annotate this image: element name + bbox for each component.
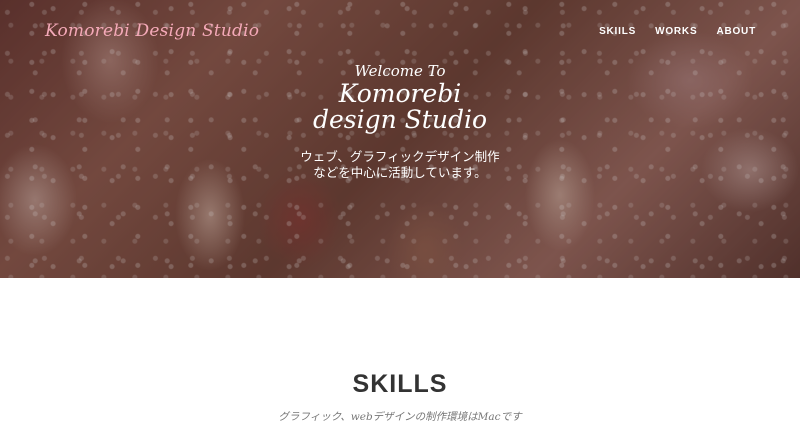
hero-title: Komorebi design Studio <box>0 81 800 133</box>
skills-description: グラフィック、webデザインの制作環境はMacです <box>278 411 522 423</box>
hero-subtitle: ウェブ、グラフィックデザイン制作 などを中心に活動しています。 <box>0 149 800 181</box>
hero-section: Komorebi Design Studio SKIILS WORKS ABOU… <box>0 0 800 278</box>
nav-link-skills[interactable]: SKIILS <box>599 26 636 37</box>
hero-subtitle-line-1: ウェブ、グラフィックデザイン制作 <box>300 149 500 164</box>
hero-copy: Welcome To Komorebi design Studio ウェブ、グラ… <box>0 62 800 181</box>
brand-logo-link[interactable]: Komorebi Design Studio <box>45 21 259 41</box>
nav-link-works[interactable]: WORKS <box>655 26 697 37</box>
main-nav: SKIILS WORKS ABOUT <box>599 26 756 37</box>
hero-title-line-2: design Studio <box>313 105 487 134</box>
skills-heading: SKILLS <box>352 370 448 398</box>
nav-link-about[interactable]: ABOUT <box>716 26 756 37</box>
hero-welcome: Welcome To <box>354 62 446 80</box>
hero-title-line-1: Komorebi <box>338 79 462 108</box>
hero-subtitle-line-2: などを中心に活動しています。 <box>313 165 487 180</box>
site-header: Komorebi Design Studio SKIILS WORKS ABOU… <box>0 0 800 62</box>
